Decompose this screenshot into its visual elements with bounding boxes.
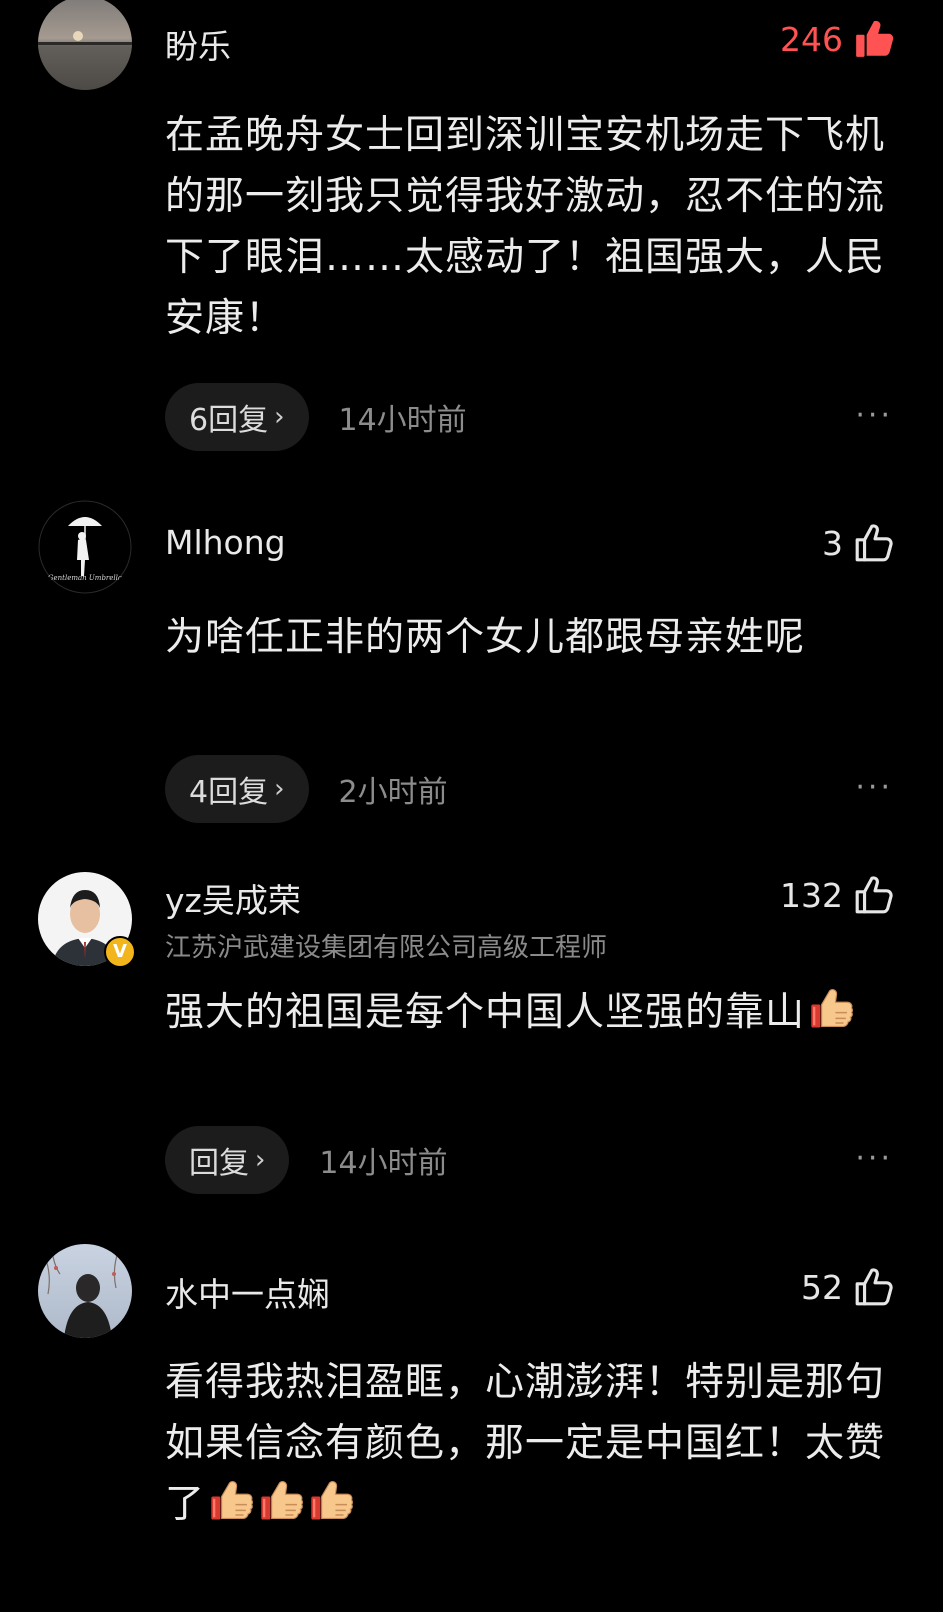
more-options-icon[interactable]: ··· xyxy=(855,398,893,433)
reply-button[interactable]: 回复 › xyxy=(165,1126,290,1194)
thumbs-up-emoji-icon xyxy=(309,1477,355,1523)
view-replies-button[interactable]: 4回复 › xyxy=(165,755,309,823)
user-avatar[interactable] xyxy=(38,1244,132,1338)
like-count: 3 xyxy=(822,523,843,563)
user-title: 江苏沪武建设集团有限公司高级工程师 xyxy=(165,933,608,963)
comment-text: 强大的祖国是每个中国人坚强的靠山 xyxy=(165,982,885,1043)
comment-actions: 4回复 › 2小时前 xyxy=(165,755,448,823)
like-button[interactable]: 52 xyxy=(801,1266,895,1308)
comment-actions: 6回复 › 14小时前 xyxy=(165,383,467,451)
like-count: 132 xyxy=(780,875,843,915)
comment-text: 在孟晚舟女士回到深训宝安机场走下飞机的那一刻我只觉得我好激动，忍不住的流下了眼泪… xyxy=(165,113,886,341)
chevron-right-icon: › xyxy=(274,402,285,432)
like-count: 246 xyxy=(780,19,843,59)
username[interactable]: 水中一点娴 xyxy=(165,1268,330,1316)
comment-text: 看得我热泪盈眶，心潮澎湃！特别是那句如果信念有颜色，那一定是中国红！太赞了 xyxy=(165,1352,885,1535)
comment-text: 为啥任正非的两个女儿都跟母亲姓呢 xyxy=(165,615,806,660)
thumbs-up-emoji-icon xyxy=(809,985,855,1031)
username[interactable]: Mlhong xyxy=(165,523,286,562)
reply-count-label: 4回复 xyxy=(189,775,269,810)
comment-actions: 回复 › 14小时前 xyxy=(165,1126,448,1194)
thumbs-up-emoji-icon xyxy=(259,1477,305,1523)
verified-badge-icon: V xyxy=(104,936,136,968)
comment-text-content: 强大的祖国是每个中国人坚强的靠山 xyxy=(165,990,806,1035)
user-avatar[interactable] xyxy=(38,0,132,90)
timestamp: 2小时前 xyxy=(338,775,448,810)
more-options-icon[interactable]: ··· xyxy=(855,770,893,805)
thumbs-up-filled-icon xyxy=(853,18,895,60)
avatar-caption: Gentleman Umbrella xyxy=(48,574,122,582)
user-avatar[interactable]: Gentleman Umbrella xyxy=(38,500,132,594)
thumbs-up-outline-icon xyxy=(853,874,895,916)
chevron-right-icon: › xyxy=(255,1145,266,1175)
more-options-icon[interactable]: ··· xyxy=(855,1141,893,1176)
like-button[interactable]: 132 xyxy=(780,874,895,916)
chevron-right-icon: › xyxy=(274,774,285,804)
view-replies-button[interactable]: 6回复 › xyxy=(165,383,309,451)
lake-sunset-avatar-image xyxy=(38,0,132,90)
like-button[interactable]: 246 xyxy=(780,18,895,60)
umbrella-silhouette-avatar-image: Gentleman Umbrella xyxy=(38,500,132,594)
thumbs-up-outline-icon xyxy=(853,522,895,564)
timestamp: 14小时前 xyxy=(338,403,467,438)
like-count: 52 xyxy=(801,1267,843,1307)
reply-count-label: 6回复 xyxy=(189,403,269,438)
thumbs-up-outline-icon xyxy=(853,1266,895,1308)
timestamp: 14小时前 xyxy=(319,1146,448,1181)
winter-girl-avatar-image xyxy=(38,1244,132,1338)
username[interactable]: yz吴成荣 xyxy=(165,874,301,922)
reply-label: 回复 xyxy=(189,1146,249,1181)
like-button[interactable]: 3 xyxy=(822,522,895,564)
thumbs-up-emoji-icon xyxy=(209,1477,255,1523)
username[interactable]: 盼乐 xyxy=(165,20,231,68)
